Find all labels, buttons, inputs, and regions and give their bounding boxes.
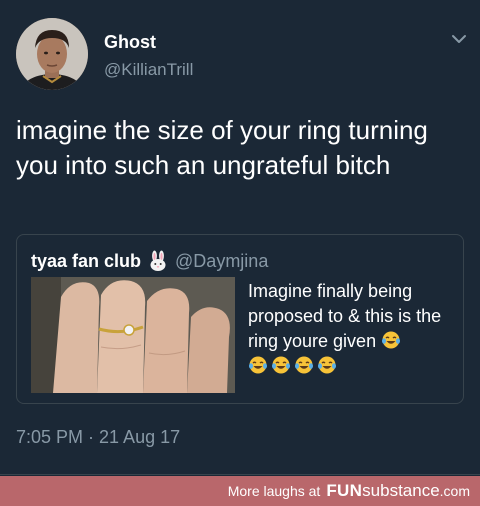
ring-hand-image <box>31 277 235 393</box>
author-handle[interactable]: @KillianTrill <box>104 60 193 80</box>
divider <box>0 474 480 475</box>
tweet-text: imagine the size of your ring turning yo… <box>16 115 428 180</box>
quoted-author-handle: @Daymjina <box>175 250 269 271</box>
face-with-tears-of-joy-icon <box>249 356 267 374</box>
avatar-photo <box>16 18 88 90</box>
rabbit-face-icon <box>150 250 166 271</box>
chevron-down-icon[interactable] <box>450 30 468 48</box>
watermark-footer: More laughs at FUN substance .com <box>0 476 480 506</box>
quoted-author-name: tyaa fan club <box>31 250 142 271</box>
author-name[interactable]: Ghost <box>104 32 156 53</box>
tweet-card: Ghost @KillianTrill imagine the size of … <box>0 0 480 476</box>
quoted-tweet-header: tyaa fan club @Daymjina <box>31 249 268 273</box>
brand-substance: substance <box>362 481 440 500</box>
quoted-tweet-text: Imagine finally being proposed to & this… <box>248 279 458 379</box>
face-with-tears-of-joy-icon <box>382 331 401 349</box>
brand-fun: FUN <box>326 481 363 500</box>
quoted-tweet[interactable]: tyaa fan club @Daymjina Imagine finally … <box>16 234 464 404</box>
tweet-timestamp[interactable]: 7:05 PM · 21 Aug 17 <box>16 427 180 448</box>
ring-photo[interactable] <box>31 277 235 393</box>
quoted-tweet-body: Imagine finally being proposed to & this… <box>248 281 442 351</box>
brand-suffix: .com <box>439 483 470 499</box>
face-with-tears-of-joy-icon <box>295 356 313 374</box>
footer-tagline: More laughs at <box>227 483 321 499</box>
face-with-tears-of-joy-icon <box>272 356 290 374</box>
avatar[interactable] <box>16 18 88 90</box>
face-with-tears-of-joy-icon <box>318 356 336 374</box>
